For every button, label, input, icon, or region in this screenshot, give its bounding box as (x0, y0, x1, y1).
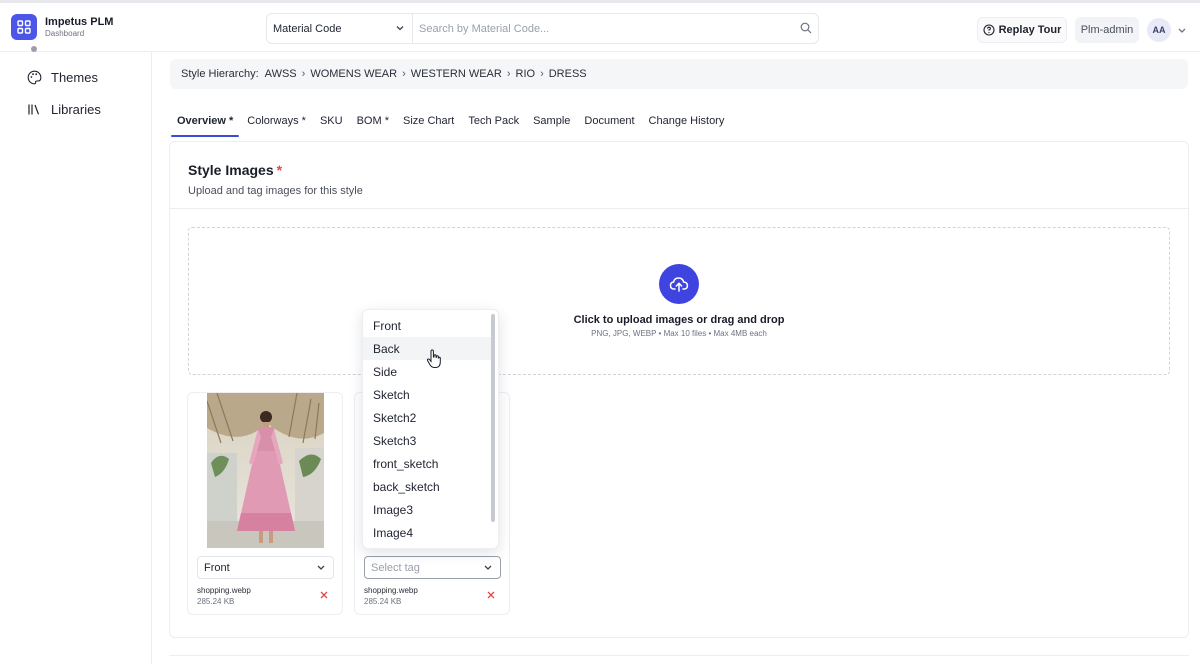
card-header: Style Images * Upload and tag images for … (170, 142, 1188, 209)
file-name: shopping.webp (197, 586, 251, 595)
tab-change-history[interactable]: Change History (642, 111, 732, 135)
tab-overview[interactable]: Overview * (170, 111, 240, 137)
sidebar: Themes Libraries (0, 46, 152, 664)
image-tag-select[interactable]: Front (197, 556, 334, 579)
breadcrumb-item[interactable]: DRESS (549, 68, 587, 80)
replay-tour-button[interactable]: Replay Tour (977, 17, 1067, 43)
image-card: Front shopping.webp 285.24 KB (187, 392, 343, 615)
remove-image-icon[interactable] (486, 590, 496, 600)
tag-option-back-sketch[interactable]: back_sketch (363, 475, 491, 498)
section-subtitle: Upload and tag images for this style (188, 185, 363, 197)
sidebar-item-themes[interactable]: Themes (27, 70, 98, 85)
section-title-text: Style Images (188, 162, 274, 178)
breadcrumb-item[interactable]: AWSS (265, 68, 297, 80)
upload-instruction: Click to upload images or drag and drop (573, 314, 785, 326)
sidebar-item-libraries[interactable]: Libraries (27, 102, 101, 117)
tab-sku[interactable]: SKU (313, 111, 350, 135)
chevron-down-icon (317, 565, 325, 570)
palette-icon (27, 70, 42, 85)
sidebar-item-label: Themes (51, 70, 98, 85)
tag-option-image3[interactable]: Image3 (363, 498, 491, 521)
hand-cursor-icon (426, 349, 441, 368)
tag-option-sketch[interactable]: Sketch (363, 383, 491, 406)
replay-tour-label: Replay Tour (998, 24, 1062, 36)
search-icon[interactable] (800, 22, 812, 34)
image-tag-select[interactable]: Select tag (364, 556, 501, 579)
avatar[interactable]: AA (1147, 18, 1171, 42)
tab-size-chart[interactable]: Size Chart (396, 111, 461, 135)
app-logo-icon[interactable] (11, 14, 37, 40)
chevron-down-icon (396, 26, 404, 31)
remove-image-icon[interactable] (319, 590, 329, 600)
style-images-card: Style Images * Upload and tag images for … (169, 141, 1189, 638)
breadcrumb-label: Style Hierarchy: (181, 68, 259, 80)
global-search: Material Code (266, 13, 819, 44)
upload-cloud-icon (659, 264, 699, 304)
image-tag-placeholder: Select tag (371, 561, 420, 574)
chevron-right-icon: › (540, 68, 544, 80)
tab-tech-pack[interactable]: Tech Pack (461, 111, 526, 135)
search-input[interactable] (419, 14, 779, 43)
sidebar-item-label: Libraries (51, 102, 101, 117)
image-tag-value: Front (204, 561, 230, 574)
file-name: shopping.webp (364, 586, 418, 595)
upload-hint: PNG, JPG, WEBP • Max 10 files • Max 4MB … (591, 329, 767, 338)
chevron-right-icon: › (506, 68, 511, 80)
chevron-down-icon (484, 565, 492, 570)
search-type-label: Material Code (273, 22, 342, 35)
tag-option-sketch3[interactable]: Sketch3 (363, 429, 491, 452)
chevron-right-icon: › (301, 68, 306, 80)
tag-option-front[interactable]: Front (363, 314, 491, 337)
dropdown-scrollbar[interactable] (491, 314, 495, 522)
tab-bar: Overview * Colorways * SKU BOM * Size Ch… (170, 111, 731, 139)
chevron-right-icon: › (402, 68, 406, 80)
tab-document[interactable]: Document (577, 111, 641, 135)
breadcrumb-item[interactable]: RIO (516, 68, 536, 80)
sidebar-partial-icon (31, 46, 37, 52)
tab-bom[interactable]: BOM * (350, 111, 396, 135)
divider (169, 655, 1189, 656)
app-subtitle: Dashboard (45, 29, 85, 38)
tab-sample[interactable]: Sample (526, 111, 577, 135)
required-mark: * (276, 162, 283, 178)
upload-dropzone[interactable]: Click to upload images or drag and drop … (188, 227, 1170, 375)
app-title: Impetus PLM (45, 16, 114, 28)
file-size: 285.24 KB (197, 597, 235, 606)
breadcrumb-item[interactable]: WOMENS WEAR (310, 68, 397, 80)
tag-option-sketch2[interactable]: Sketch2 (363, 406, 491, 429)
tag-option-image4[interactable]: Image4 (363, 521, 491, 544)
library-icon (28, 104, 40, 115)
breadcrumb: Style Hierarchy: AWSS › WOMENS WEAR › WE… (170, 59, 1188, 89)
role-badge: Plm-admin (1075, 17, 1139, 43)
top-bar: Impetus PLM Dashboard Material Code Repl… (0, 0, 1200, 52)
tag-dropdown-menu: Front Back Side Sketch Sketch2 Sketch3 f… (362, 309, 499, 549)
chevron-down-icon[interactable] (1177, 27, 1187, 35)
breadcrumb-item[interactable]: WESTERN WEAR (411, 68, 502, 80)
section-title: Style Images * (188, 162, 282, 178)
tab-colorways[interactable]: Colorways * (240, 111, 313, 135)
product-photo (207, 393, 324, 548)
tag-option-front-sketch[interactable]: front_sketch (363, 452, 491, 475)
search-type-select[interactable]: Material Code (267, 14, 413, 43)
file-size: 285.24 KB (364, 597, 402, 606)
help-circle-icon (983, 24, 995, 36)
